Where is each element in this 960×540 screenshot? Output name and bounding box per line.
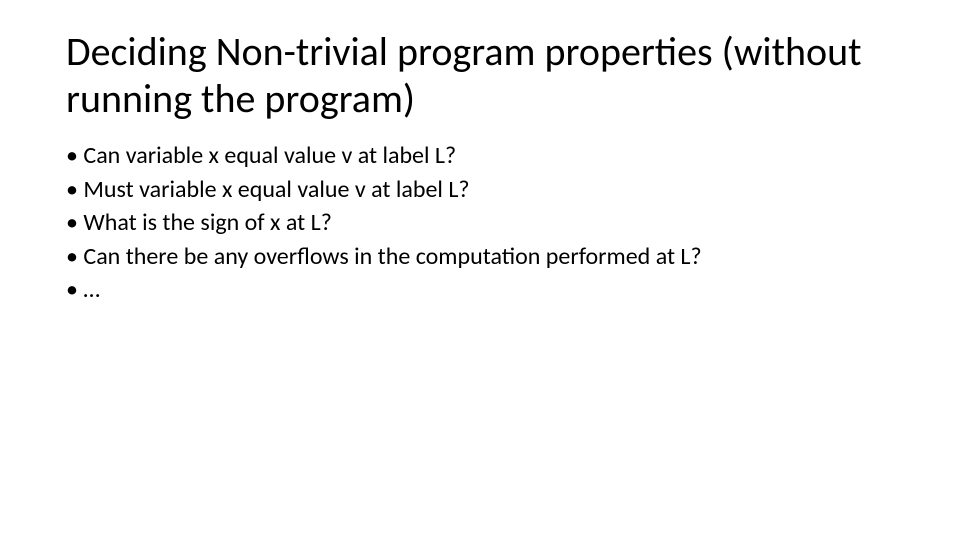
- bullet-list: Can variable x equal value v at label L?…: [66, 140, 900, 306]
- slide: Deciding Non-trivial program properties …: [0, 0, 960, 540]
- list-item: …: [66, 274, 900, 306]
- list-item: Must variable x equal value v at label L…: [66, 174, 900, 206]
- list-item: Can there be any overflows in the comput…: [66, 241, 900, 273]
- list-item: Can variable x equal value v at label L?: [66, 140, 900, 172]
- slide-title: Deciding Non-trivial program properties …: [66, 28, 900, 122]
- list-item: What is the sign of x at L?: [66, 207, 900, 239]
